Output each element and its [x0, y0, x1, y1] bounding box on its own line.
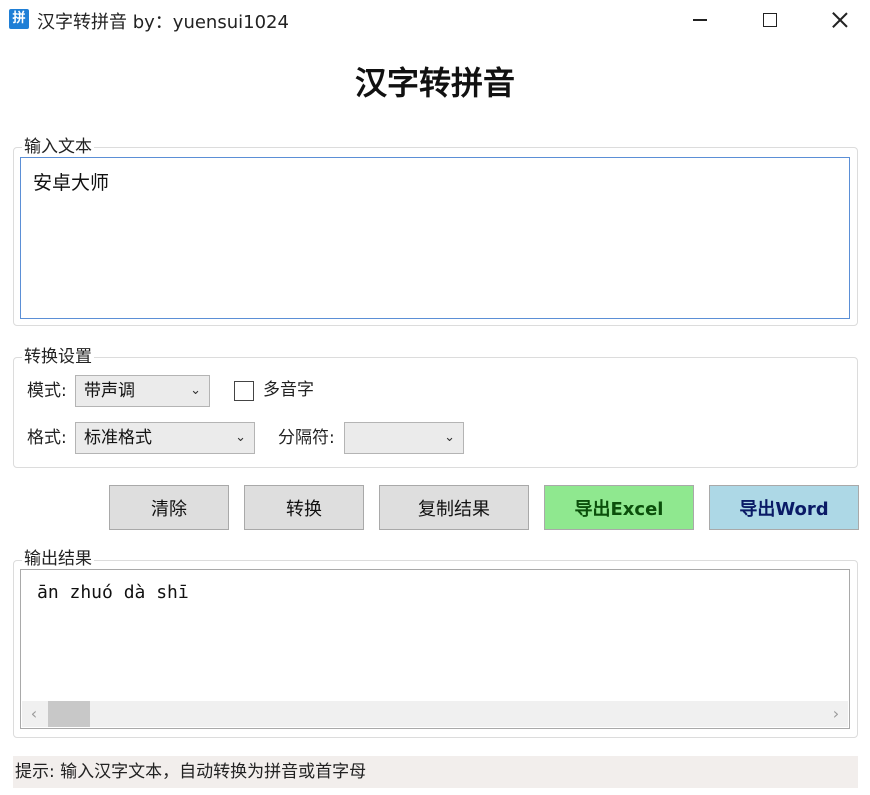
polyphone-label: 多音字: [263, 380, 314, 400]
chevron-down-icon: ⌄: [235, 430, 246, 445]
polyphone-checkbox[interactable]: [234, 381, 254, 401]
minimize-button[interactable]: [670, 0, 730, 40]
output-text: ān zhuó dà shī: [37, 582, 189, 603]
clear-button[interactable]: 清除: [109, 485, 229, 530]
input-group-label: 输入文本: [22, 137, 94, 157]
app-icon: 拼: [9, 9, 29, 29]
scroll-left-icon[interactable]: ‹: [22, 701, 46, 727]
chevron-down-icon: ⌄: [444, 430, 455, 445]
minimize-icon: [693, 19, 707, 21]
format-label: 格式:: [27, 428, 67, 448]
horizontal-scrollbar[interactable]: ‹ ›: [22, 701, 848, 727]
format-select-value: 标准格式: [84, 428, 152, 448]
convert-button[interactable]: 转换: [244, 485, 364, 530]
separator-select[interactable]: ⌄: [344, 422, 464, 454]
title-bar: 拼 汉字转拼音 by：yuensui1024: [0, 0, 870, 40]
format-select[interactable]: 标准格式 ⌄: [75, 422, 255, 454]
output-group-label: 输出结果: [22, 549, 94, 569]
mode-select-value: 带声调: [84, 381, 135, 401]
mode-label: 模式:: [27, 381, 67, 401]
export-excel-button[interactable]: 导出Excel: [544, 485, 694, 530]
scroll-right-icon[interactable]: ›: [824, 701, 848, 727]
separator-label: 分隔符:: [278, 428, 335, 448]
chevron-down-icon: ⌄: [190, 383, 201, 398]
page-title: 汉字转拼音: [354, 64, 515, 102]
export-word-button[interactable]: 导出Word: [709, 485, 859, 530]
window-title: 汉字转拼音 by：yuensui1024: [37, 12, 289, 33]
close-button[interactable]: [810, 0, 870, 40]
copy-result-button[interactable]: 复制结果: [379, 485, 529, 530]
scrollbar-thumb[interactable]: [48, 701, 90, 727]
close-icon: [832, 12, 848, 28]
maximize-button[interactable]: [740, 0, 800, 40]
input-text-area[interactable]: 安卓大师: [20, 157, 850, 319]
status-bar: 提示: 输入汉字文本，自动转换为拼音或首字母: [13, 756, 858, 788]
settings-group-label: 转换设置: [22, 347, 94, 367]
mode-select[interactable]: 带声调 ⌄: [75, 375, 210, 407]
output-text-area[interactable]: ān zhuó dà shī ‹ ›: [20, 569, 850, 729]
maximize-icon: [763, 13, 777, 27]
